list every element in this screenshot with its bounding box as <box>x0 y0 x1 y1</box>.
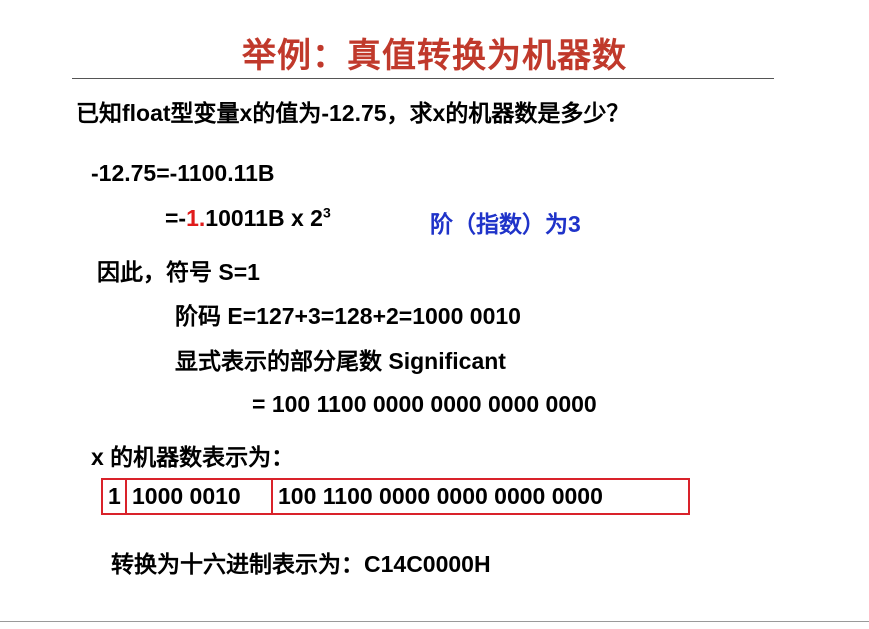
machine-code-label: x 的机器数表示为： <box>91 444 295 470</box>
exponent-superscript: 3 <box>322 204 331 221</box>
biased-exponent-line: 阶码 E=127+3=128+2=1000 0010 <box>175 303 521 329</box>
normalized-form-line: =-1.10011B x 23 <box>165 205 331 232</box>
slide-title: 举例：真值转换为机器数 <box>242 37 627 75</box>
normalized-mantissa: 10011B x 2 <box>205 205 323 231</box>
title-divider <box>72 78 774 79</box>
hidden-bit-highlight: 1. <box>186 205 206 231</box>
hex-representation-line: 转换为十六进制表示为：C14C0000H <box>111 551 491 577</box>
sign-bit-line: 因此，符号 S=1 <box>97 259 260 285</box>
question-text: 已知float型变量x的值为-12.75，求x的机器数是多少？ <box>76 100 630 126</box>
fraction-field-value: 100 1100 0000 0000 0000 0000 <box>278 483 603 509</box>
bottom-divider <box>0 621 869 622</box>
significand-value: = 100 1100 0000 0000 0000 0000 <box>252 391 597 417</box>
fraction-field-box: 100 1100 0000 0000 0000 0000 <box>271 478 690 515</box>
exponent-field-box: 1000 0010 <box>125 478 273 515</box>
normalized-prefix: =- <box>165 205 187 231</box>
exponent-note: 阶（指数）为3 <box>430 211 581 237</box>
significand-label: 显式表示的部分尾数 Significant <box>175 348 506 374</box>
exponent-field-value: 1000 0010 <box>132 483 241 509</box>
sign-field-value: 1 <box>108 483 121 509</box>
sign-field-box: 1 <box>101 478 127 515</box>
binary-conversion-line: -12.75=-1100.11B <box>91 160 275 186</box>
